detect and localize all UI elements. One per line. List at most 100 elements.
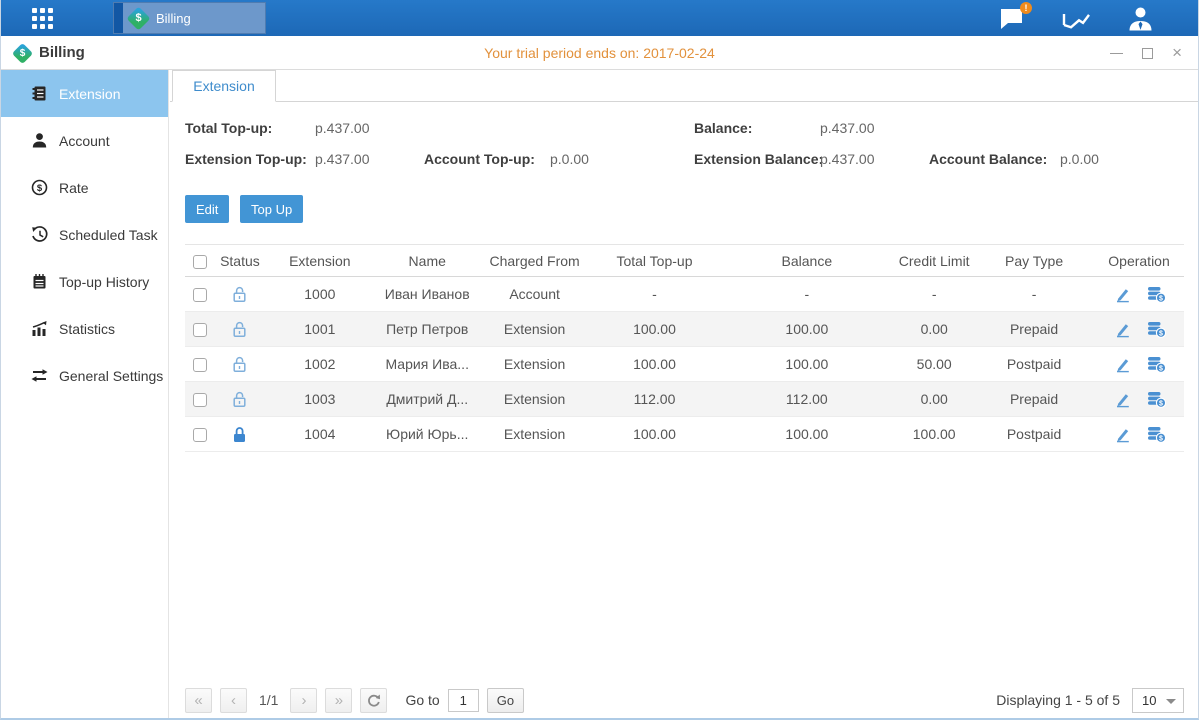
billing-diamond-icon: $ [126,6,150,30]
cell-name: Иван Иванов [375,277,480,312]
topup-icon[interactable]: $ [1147,285,1166,303]
topup-history-icon [31,273,48,290]
edit-icon[interactable] [1113,425,1131,443]
col-operation: Operation [1094,245,1184,277]
topup-icon[interactable]: $ [1147,425,1166,443]
row-checkbox[interactable] [193,428,207,442]
top-up-button[interactable]: Top Up [240,195,303,223]
cell-extension: 1003 [265,382,375,417]
goto-page-input[interactable] [448,689,479,712]
table-header-row: Status Extension Name Charged From Total… [185,245,1184,277]
main-content: Extension Total Top-up: p.437.00 Balance… [170,70,1198,718]
extension-balance-label: Extension Balance: [694,151,823,167]
cell-balance: - [719,277,894,312]
account-balance-value: p.0.00 [1060,151,1099,167]
row-checkbox[interactable] [193,323,207,337]
lock-status-icon [231,285,248,301]
go-button[interactable]: Go [487,688,524,713]
balance-value: p.437.00 [820,120,875,136]
statistics-icon[interactable] [1061,6,1091,30]
notification-badge: ! [1020,2,1032,14]
cell-extension: 1001 [265,312,375,347]
sidebar-item-label: Top-up History [59,274,149,290]
chevron-down-icon [1166,699,1176,704]
topup-icon[interactable]: $ [1147,390,1166,408]
last-page-icon[interactable]: » [325,688,352,713]
cell-extension: 1000 [265,277,375,312]
cell-name: Петр Петров [375,312,480,347]
sidebar-item-rate[interactable]: $ Rate [1,164,168,211]
minimize-icon[interactable] [1110,53,1123,54]
messages-icon[interactable]: ! [999,7,1025,30]
topup-icon[interactable]: $ [1147,320,1166,338]
tab-edge-strip [114,3,123,33]
col-total-topup: Total Top-up [590,245,720,277]
svg-text:$: $ [1159,400,1163,407]
edit-icon[interactable] [1113,390,1131,408]
sidebar: Extension Account $ Rate Scheduled Task [1,70,169,718]
cell-extension: 1002 [265,347,375,382]
svg-text:$: $ [37,183,43,194]
select-all-checkbox[interactable] [193,255,207,269]
sidebar-item-general-settings[interactable]: General Settings [1,352,168,399]
table-row: 1004 Юрий Юрь... Extension 100.00 100.00… [185,417,1184,452]
row-checkbox[interactable] [193,288,207,302]
close-icon[interactable]: × [1172,46,1182,60]
taskbar-tab-billing[interactable]: $ Billing [113,2,266,34]
sidebar-item-statistics[interactable]: Statistics [1,305,168,352]
balance-label: Balance: [694,120,752,136]
page-size-select[interactable]: 10 [1132,688,1184,713]
cell-pay-type: Postpaid [974,417,1094,452]
svg-text:$: $ [1159,330,1163,337]
cell-pay-type: Postpaid [974,347,1094,382]
col-extension: Extension [265,245,375,277]
balance-summary: Total Top-up: p.437.00 Balance: p.437.00… [170,103,1198,193]
first-page-icon[interactable]: « [185,688,212,713]
col-charged-from: Charged From [480,245,590,277]
account-topup-label: Account Top-up: [424,151,535,167]
goto-label: Go to [405,692,439,708]
edit-button[interactable]: Edit [185,195,229,223]
cell-balance: 100.00 [719,347,894,382]
app-launcher-grid-icon[interactable] [32,8,53,29]
sidebar-item-scheduled-task[interactable]: Scheduled Task [1,211,168,258]
cell-credit-limit: 0.00 [894,312,974,347]
extension-icon [31,85,48,102]
page-size-value: 10 [1142,693,1156,708]
col-name: Name [375,245,480,277]
next-page-icon[interactable]: › [290,688,317,713]
sidebar-item-topup-history[interactable]: Top-up History [1,258,168,305]
row-checkbox[interactable] [193,358,207,372]
cell-balance: 100.00 [719,417,894,452]
topup-icon[interactable]: $ [1147,355,1166,373]
user-icon[interactable] [1127,6,1154,31]
scheduled-task-icon [31,226,48,243]
col-balance: Balance [719,245,894,277]
table-row: 1002 Мария Ива... Extension 100.00 100.0… [185,347,1184,382]
cell-credit-limit: 0.00 [894,382,974,417]
cell-pay-type: - [974,277,1094,312]
lock-status-icon [231,320,248,336]
svg-text:$: $ [1159,365,1163,372]
cell-credit-limit: - [894,277,974,312]
prev-page-icon[interactable]: ‹ [220,688,247,713]
maximize-icon[interactable] [1142,48,1153,59]
edit-icon[interactable] [1113,320,1131,338]
billing-app-window: $ Billing ! [0,0,1199,720]
cell-extension: 1004 [265,417,375,452]
row-checkbox[interactable] [193,393,207,407]
tab-extension[interactable]: Extension [172,70,276,102]
sidebar-item-account[interactable]: Account [1,117,168,164]
cell-name: Мария Ива... [375,347,480,382]
cell-charged-from: Extension [480,347,590,382]
refresh-icon[interactable] [360,688,387,713]
sidebar-item-extension[interactable]: Extension [1,70,168,117]
edit-icon[interactable] [1113,355,1131,373]
cell-total-topup: 112.00 [590,382,720,417]
col-status: Status [215,245,265,277]
svg-text:$: $ [1159,295,1163,302]
cell-name: Дмитрий Д... [375,382,480,417]
account-topup-value: p.0.00 [550,151,589,167]
edit-icon[interactable] [1113,285,1131,303]
page-indicator: 1/1 [259,692,278,708]
